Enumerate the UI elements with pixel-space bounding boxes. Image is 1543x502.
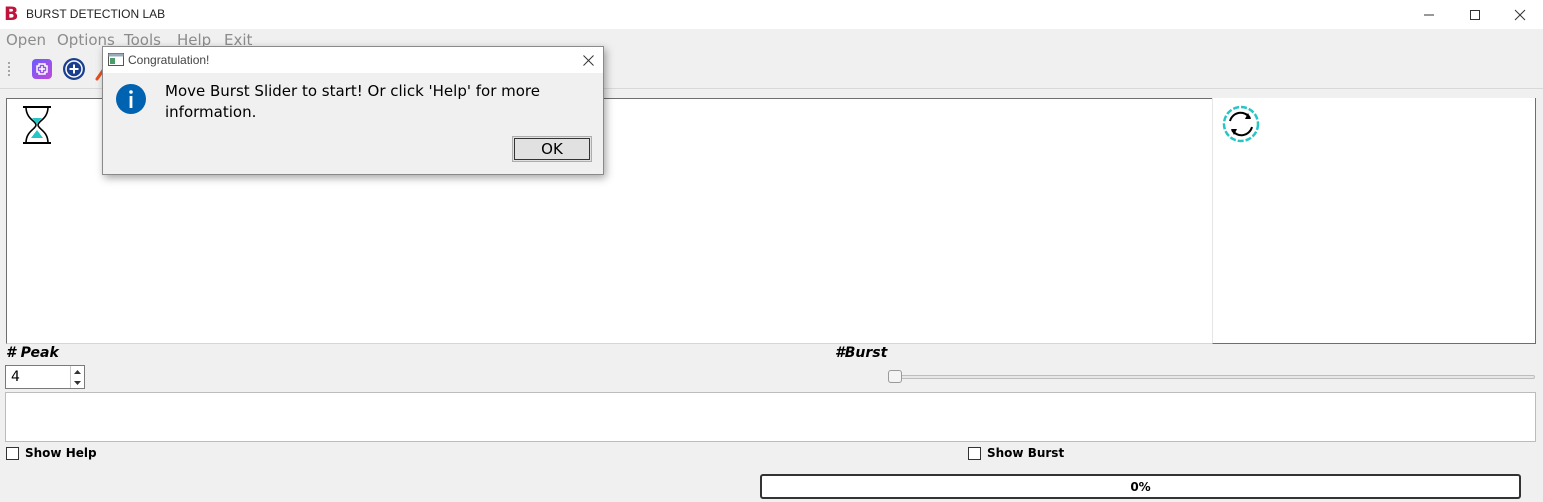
window-icon xyxy=(108,53,124,66)
info-icon xyxy=(116,84,146,114)
side-panel[interactable] xyxy=(1212,98,1536,344)
add-plugin-button[interactable] xyxy=(30,57,54,81)
burst-slider-thumb[interactable] xyxy=(888,370,902,383)
chevron-down-icon xyxy=(74,380,81,385)
close-button[interactable] xyxy=(1497,0,1543,29)
burst-slider-track[interactable] xyxy=(890,375,1535,379)
dialog-body: Move Burst Slider to start! Or click 'He… xyxy=(103,73,603,174)
show-burst-checkbox[interactable]: Show Burst xyxy=(968,446,1064,460)
show-help-checkbox[interactable]: Show Help xyxy=(6,446,97,460)
chevron-up-icon xyxy=(74,369,81,374)
peak-label: # Peak xyxy=(6,345,59,361)
spin-up-button[interactable] xyxy=(71,366,84,377)
add-plugin-icon xyxy=(32,59,52,79)
ok-button[interactable]: OK xyxy=(512,136,592,162)
maximize-button[interactable] xyxy=(1452,0,1498,29)
close-icon xyxy=(1514,9,1526,20)
dialog-close-button[interactable] xyxy=(579,51,597,69)
dialog-title-bar[interactable]: Congratulation! xyxy=(103,47,603,73)
peak-value[interactable]: 4 xyxy=(11,369,20,385)
show-help-box[interactable] xyxy=(6,446,19,460)
title-bar: B BURST DETECTION LAB xyxy=(0,0,1543,29)
burst-label: #Burst xyxy=(835,345,888,361)
toolbar-grip[interactable] xyxy=(7,61,11,77)
show-burst-label: Show Burst xyxy=(987,446,1065,460)
show-burst-box[interactable] xyxy=(968,446,981,460)
hourglass-icon xyxy=(23,106,51,144)
peak-spinbox[interactable]: 4 xyxy=(5,365,85,389)
close-icon xyxy=(582,54,594,66)
output-text-box[interactable] xyxy=(5,392,1536,442)
show-help-label: Show Help xyxy=(25,446,97,460)
message-dialog: Congratulation! Move Burst Slider to sta… xyxy=(102,46,604,175)
app-logo-icon: B xyxy=(4,3,19,25)
add-circle-button[interactable] xyxy=(62,57,86,81)
add-circle-icon xyxy=(63,58,85,80)
refresh-icon xyxy=(1222,105,1260,143)
minimize-button[interactable] xyxy=(1406,0,1452,29)
window-title: BURST DETECTION LAB xyxy=(26,7,166,21)
dialog-message: Move Burst Slider to start! Or click 'He… xyxy=(165,82,540,121)
progress-text: 0% xyxy=(1130,480,1151,494)
ok-focus-ring xyxy=(514,138,590,160)
minimize-icon xyxy=(1424,14,1434,15)
menu-open[interactable]: Open xyxy=(6,31,46,49)
dialog-title: Congratulation! xyxy=(128,53,210,67)
maximize-icon xyxy=(1470,9,1480,20)
spin-down-button[interactable] xyxy=(71,377,84,388)
app-window: B BURST DETECTION LAB Open Options Tools… xyxy=(0,0,1543,502)
progress-bar: 0% xyxy=(760,474,1521,499)
spin-arrows xyxy=(70,366,84,388)
